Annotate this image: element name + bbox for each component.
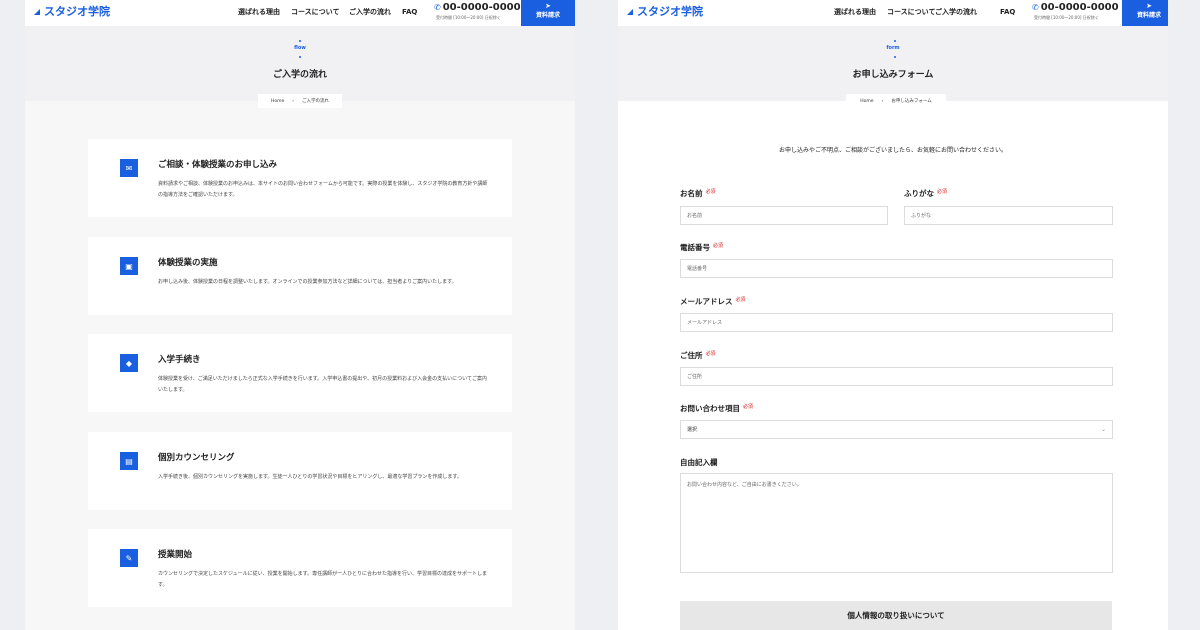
page-title: ご入学の流れ [272, 70, 327, 80]
phone-input[interactable]: 電話番号 [680, 259, 1113, 278]
graduation-cap-icon: ◆ [120, 354, 138, 372]
mail-icon: ✉ [120, 159, 138, 177]
flow-page-panel: スタジオ学院 選ばれる理由 コースについて ご入学の流れ FAQ ✆ 00-000… [25, 0, 575, 630]
email-label: メールアドレス 必須 [680, 297, 746, 306]
breadcrumb-home[interactable]: Home [860, 99, 873, 104]
email-input[interactable]: メールアドレス [680, 313, 1113, 332]
logo[interactable]: スタジオ学院 [34, 6, 110, 18]
send-icon: ➤ [545, 2, 551, 10]
required-badge: 必須 [713, 243, 724, 249]
inquiry-select-value: 選択 [687, 427, 698, 433]
chevron-down-icon: ⌄ [1100, 426, 1106, 433]
site-header: スタジオ学院 選ばれる理由 コースについて ご入学の流れ FAQ ✆ 00-000… [25, 0, 575, 26]
name-label: お名前 必須 [680, 189, 716, 198]
address-label: ご住所 必須 [680, 351, 716, 360]
request-brochure-button[interactable]: ➤ 資料請求 [521, 0, 575, 26]
step-description: お申し込み後、体験授業の日程を調整いたします。オンラインでの授業参加方法など詳細… [158, 279, 457, 285]
required-badge: 必須 [937, 189, 948, 195]
pencil-icon: ✎ [120, 549, 138, 567]
nav-courses[interactable]: コースについて [291, 8, 339, 17]
breadcrumb: Home › ご入学の流れ [258, 94, 342, 108]
nav-faq[interactable]: FAQ [1000, 8, 1015, 17]
step-title: 個別カウンセリング [158, 453, 235, 463]
phone-icon: ✆ [1032, 3, 1039, 12]
dot-decoration [894, 56, 896, 58]
flow-step-card: ▣ 体験授業の実施 お申し込み後、体験授業の日程を調整いたします。オンラインでの… [88, 237, 512, 315]
required-badge: 必須 [705, 351, 716, 357]
section-label: flow [294, 45, 306, 51]
site-header: スタジオ学院 選ばれる理由 コースについて ご入学の流れ FAQ ✆ 00-000… [618, 0, 1168, 26]
form-intro-text: お申し込みやご不明点、ご相談がございましたら、お気軽にお問い合わせください。 [778, 147, 1007, 154]
breadcrumb-separator-icon: › [292, 98, 295, 104]
flow-step-card: ◆ 入学手続き 体験授業を受け、ご満足いただけましたら正式な入学手続きを行います… [88, 334, 512, 412]
phone-label: 電話番号 必須 [680, 243, 724, 252]
nav-reasons[interactable]: 選ばれる理由 [238, 8, 280, 17]
message-textarea[interactable]: お問い合わせ内容など、ご自由にお書きください。 [680, 473, 1113, 573]
name-input[interactable]: お名前 [680, 206, 888, 225]
phone-hours: 受付時間 [10:00〜20:00] 日祝除く [436, 15, 501, 20]
phone-contact[interactable]: ✆ 00-0000-0000 受付時間 [10:00〜20:00] 日祝除く [1032, 2, 1122, 21]
breadcrumb-separator-icon: › [881, 98, 884, 104]
phone-number: 00-0000-0000 [1040, 2, 1119, 13]
nav-faq[interactable]: FAQ [402, 8, 417, 17]
page-header: form お申し込みフォーム [618, 26, 1168, 101]
classroom-icon: ▣ [120, 257, 138, 275]
furigana-input[interactable]: ふりがな [904, 206, 1113, 225]
breadcrumb-current: ご入学の流れ [302, 99, 330, 104]
inquiry-label: お問い合わせ項目 必須 [680, 404, 754, 413]
breadcrumb-home[interactable]: Home [271, 99, 284, 104]
request-brochure-button[interactable]: ➤ 資料請求 [1122, 0, 1168, 26]
step-description: カウンセリングで決定したスケジュールに従い、授業を開始します。専任講師が一人ひと… [158, 571, 488, 588]
page-title: お申し込みフォーム [852, 70, 934, 80]
nav-admission-flow[interactable]: ご入学の流れ [349, 8, 391, 17]
send-icon: ➤ [1146, 2, 1152, 10]
step-description: 入学手続き後、個別カウンセリングを実施します。生徒一人ひとりの学習状況や目標をヒ… [158, 474, 462, 480]
page-header: flow ご入学の流れ [25, 26, 575, 101]
flow-step-card: ▤ 個別カウンセリング 入学手続き後、個別カウンセリングを実施します。生徒一人ひ… [88, 432, 512, 510]
dot-decoration [299, 40, 301, 42]
step-title: ご相談・体験授業のお申し込み [158, 160, 278, 170]
required-badge: 必須 [705, 189, 716, 195]
nav-reasons[interactable]: 選ばれる理由 [834, 8, 876, 17]
required-badge: 必須 [735, 297, 746, 303]
flow-step-card: ✉ ご相談・体験授業のお申し込み 資料請求やご相談、体験授業のお申込みは、本サイ… [88, 139, 512, 217]
logo-mark-icon [34, 9, 40, 15]
phone-icon: ✆ [434, 3, 441, 12]
inquiry-select[interactable]: 選択 ⌄ [680, 420, 1113, 439]
breadcrumb-current: お申し込みフォーム [891, 99, 932, 104]
privacy-policy-section[interactable]: 個人情報の取り扱いについて [680, 601, 1112, 630]
step-title: 入学手続き [158, 355, 201, 365]
furigana-label: ふりがな 必須 [904, 189, 948, 198]
step-description: 体験授業を受け、ご満足いただけましたら正式な入学手続きを行います。入学申込書の提… [158, 376, 487, 393]
phone-number: 00-0000-0000 [442, 2, 521, 13]
step-description: 資料請求やご相談、体験授業のお申込みは、本サイトのお問い合わせフォームから可能で… [158, 181, 488, 198]
step-title: 体験授業の実施 [158, 258, 218, 268]
form-page-panel: スタジオ学院 選ばれる理由 コースについて ご入学の流れ FAQ ✆ 00-000… [618, 0, 1168, 630]
dot-decoration [299, 56, 301, 58]
phone-hours: 受付時間 [10:00〜20:00] 日祝除く [1034, 15, 1099, 20]
logo-mark-icon [627, 9, 633, 15]
step-title: 授業開始 [158, 550, 193, 560]
address-input[interactable]: ご住所 [680, 367, 1113, 386]
flow-step-card: ✎ 授業開始 カウンセリングで決定したスケジュールに従い、授業を開始します。専任… [88, 529, 512, 607]
required-badge: 必須 [743, 404, 754, 410]
nav-admission-flow[interactable]: ご入学の流れ [935, 8, 977, 17]
dot-decoration [894, 40, 896, 42]
message-label: 自由記入欄 [680, 458, 718, 467]
chat-bubble-icon: ▤ [120, 452, 138, 470]
nav-courses[interactable]: コースについて [887, 8, 935, 17]
logo[interactable]: スタジオ学院 [627, 6, 703, 18]
section-label: form [886, 45, 900, 51]
phone-contact[interactable]: ✆ 00-0000-0000 受付時間 [10:00〜20:00] 日祝除く [434, 2, 524, 21]
breadcrumb: Home › お申し込みフォーム [846, 94, 946, 108]
